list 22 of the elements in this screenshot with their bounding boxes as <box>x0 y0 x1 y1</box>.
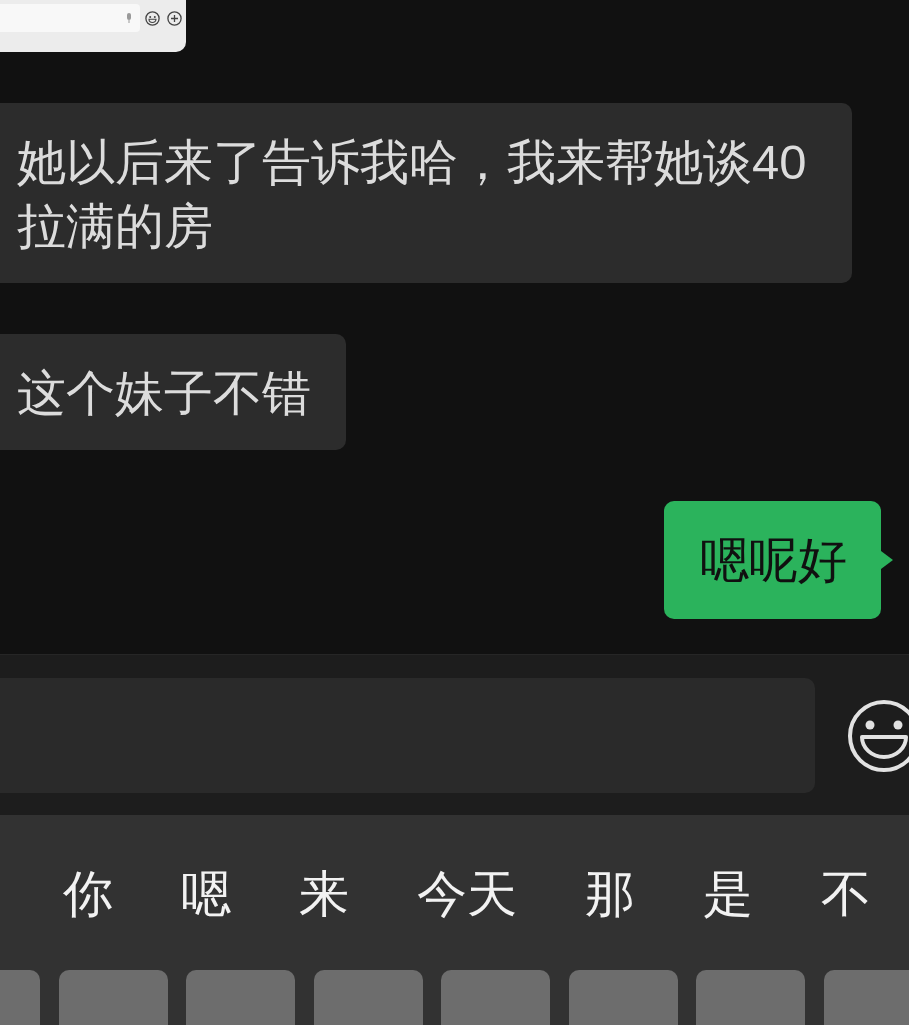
candidate-word[interactable]: 来 <box>299 869 349 919</box>
candidate-word[interactable]: 那 <box>585 869 635 919</box>
screenshot-thumbnail[interactable] <box>0 0 186 52</box>
keyboard-key[interactable] <box>568 970 678 1025</box>
keyboard-key[interactable] <box>441 970 550 1025</box>
candidate-word[interactable]: 不 <box>821 869 871 919</box>
message-bubble: 嗯呢好 <box>664 501 893 619</box>
candidate-word[interactable]: 是 <box>703 869 753 919</box>
keyboard-key[interactable] <box>696 970 805 1025</box>
candidate-word[interactable]: 嗯 <box>181 869 231 919</box>
keyboard-key[interactable] <box>58 970 168 1025</box>
candidate-word[interactable]: 你 <box>63 869 113 919</box>
keyboard-key[interactable] <box>186 970 295 1025</box>
microphone-icon <box>126 13 132 23</box>
message-bubble: 她以后来了告诉我哈，我来帮她谈40拉满的房 <box>0 103 852 283</box>
plus-icon <box>167 11 182 26</box>
smiley-icon <box>145 11 160 26</box>
keyboard-key[interactable] <box>313 970 423 1025</box>
candidate-word[interactable]: 今天 <box>417 869 517 919</box>
message-bubble: 这个妹子不错 <box>0 334 346 450</box>
keyboard-key[interactable] <box>823 970 909 1025</box>
keyboard-key[interactable] <box>0 970 40 1025</box>
